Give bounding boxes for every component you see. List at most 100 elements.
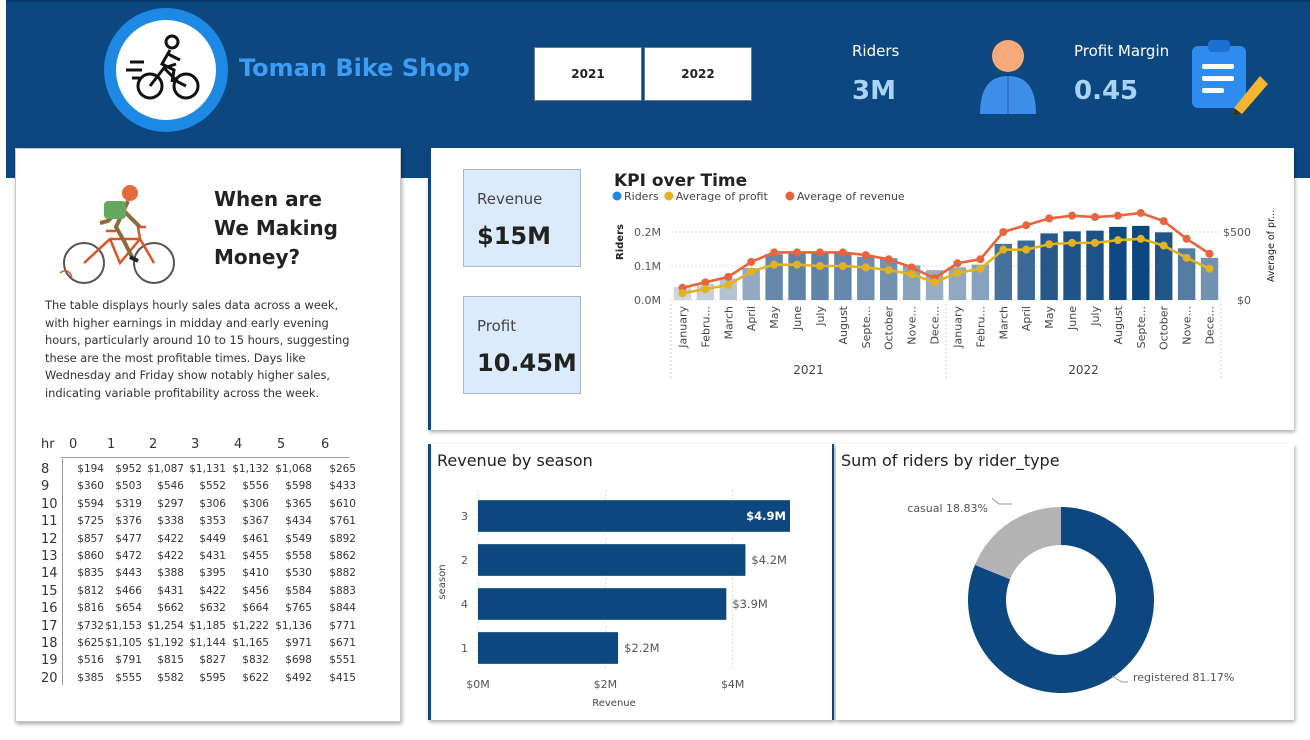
hourly-sales-card: When are We Making Money? The table disp… bbox=[15, 148, 401, 722]
table-cell: $360 bbox=[77, 480, 104, 493]
profit-point[interactable] bbox=[678, 289, 687, 298]
revenue-point[interactable] bbox=[1182, 234, 1191, 243]
table-row-hour: 8 bbox=[41, 462, 50, 477]
table-row-hour: 13 bbox=[41, 549, 58, 564]
x-tick-label: March bbox=[722, 306, 735, 340]
profit-point[interactable] bbox=[1068, 238, 1077, 247]
table-header-day: 3 bbox=[191, 437, 200, 452]
revenue-point[interactable] bbox=[861, 251, 870, 260]
year-filter-2021[interactable]: 2021 bbox=[534, 47, 642, 101]
revenue-point[interactable] bbox=[1159, 217, 1168, 226]
table-cell: $761 bbox=[329, 515, 356, 528]
profit-point[interactable] bbox=[999, 245, 1008, 254]
profit-point[interactable] bbox=[861, 263, 870, 272]
revenue-point[interactable] bbox=[1113, 211, 1122, 220]
profit-point[interactable] bbox=[930, 278, 939, 287]
profit-point[interactable] bbox=[1113, 236, 1122, 245]
table-cell: $610 bbox=[329, 497, 356, 510]
profit-tile-label: Profit bbox=[477, 317, 517, 335]
profit-point[interactable] bbox=[815, 262, 824, 270]
profit-point[interactable] bbox=[1136, 234, 1145, 243]
table-cell: $1,192 bbox=[147, 637, 184, 649]
profit-point[interactable] bbox=[838, 262, 847, 270]
table-cell: $433 bbox=[329, 480, 356, 493]
profit-point[interactable] bbox=[724, 281, 733, 290]
riders-bar[interactable] bbox=[834, 253, 852, 300]
revenue-point[interactable] bbox=[815, 248, 824, 257]
revenue-point[interactable] bbox=[724, 272, 733, 281]
casual-slice[interactable] bbox=[974, 507, 1061, 580]
year-filter-2022[interactable]: 2022 bbox=[644, 47, 752, 101]
table-cell: $771 bbox=[329, 619, 356, 632]
season-bar[interactable] bbox=[478, 632, 619, 664]
table-cell: $472 bbox=[115, 550, 142, 562]
season-bar[interactable] bbox=[478, 588, 727, 620]
rider-chart-title: Sum of riders by rider_type bbox=[841, 451, 1060, 470]
season-bar[interactable] bbox=[478, 544, 746, 576]
legend-item[interactable]: Average of profit bbox=[664, 190, 768, 203]
table-cell: $698 bbox=[285, 654, 312, 667]
revenue-point[interactable] bbox=[1022, 221, 1031, 230]
table-cell: $662 bbox=[157, 602, 184, 615]
revenue-point[interactable] bbox=[701, 278, 710, 287]
profit-point[interactable] bbox=[907, 270, 916, 279]
table-cell: $1,165 bbox=[232, 637, 269, 649]
revenue-point[interactable] bbox=[976, 255, 985, 264]
cyclist-illustration-icon bbox=[54, 181, 184, 289]
revenue-point[interactable] bbox=[770, 248, 779, 257]
profit-point[interactable] bbox=[1045, 240, 1054, 249]
season-bar[interactable] bbox=[478, 500, 790, 532]
revenue-point[interactable] bbox=[953, 259, 962, 268]
table-cell: $882 bbox=[329, 567, 356, 580]
revenue-point[interactable] bbox=[1205, 249, 1214, 258]
profit-point[interactable] bbox=[1205, 264, 1214, 273]
revenue-point[interactable] bbox=[1136, 208, 1145, 217]
legend-label: Average of revenue bbox=[797, 190, 905, 203]
profit-point[interactable] bbox=[953, 268, 962, 277]
table-row-hour: 20 bbox=[41, 670, 58, 686]
profit-point[interactable] bbox=[1159, 241, 1168, 250]
x-tick-label: Dece... bbox=[929, 306, 942, 345]
revenue-point[interactable] bbox=[1068, 211, 1077, 220]
table-cell: $265 bbox=[329, 463, 356, 475]
x-tick-label: Nove... bbox=[1181, 306, 1194, 345]
revenue-point[interactable] bbox=[884, 255, 893, 264]
revenue-point[interactable] bbox=[793, 248, 802, 257]
revenue-point[interactable] bbox=[999, 228, 1008, 236]
riders-bar[interactable] bbox=[1200, 257, 1219, 300]
profit-point[interactable] bbox=[884, 266, 893, 275]
x-tick-label: April bbox=[745, 306, 758, 331]
registered-leader-line bbox=[1111, 675, 1128, 683]
legend-marker bbox=[664, 191, 674, 201]
table-cell: $385 bbox=[77, 671, 104, 684]
table-cell: $1,131 bbox=[189, 463, 226, 475]
table-cell: $1,254 bbox=[147, 619, 184, 632]
table-cell: $367 bbox=[242, 515, 269, 528]
profit-point[interactable] bbox=[770, 260, 779, 269]
profit-point[interactable] bbox=[793, 260, 802, 269]
riders-bar[interactable] bbox=[857, 256, 875, 300]
table-cell: $431 bbox=[157, 584, 184, 597]
revenue-tile: Revenue $15M bbox=[463, 169, 581, 267]
profit-point[interactable] bbox=[701, 285, 710, 294]
revenue-point[interactable] bbox=[838, 248, 847, 257]
table-cell: $765 bbox=[285, 602, 312, 615]
profit-point[interactable] bbox=[1022, 245, 1031, 254]
profit-point[interactable] bbox=[1182, 253, 1191, 262]
profit-point[interactable] bbox=[1090, 238, 1099, 247]
legend-marker bbox=[785, 191, 795, 201]
profit-point[interactable] bbox=[976, 264, 985, 273]
riders-bar[interactable] bbox=[811, 252, 829, 300]
riders-bar[interactable] bbox=[880, 258, 898, 300]
profit-point[interactable] bbox=[747, 267, 756, 276]
legend-item[interactable]: Riders bbox=[612, 190, 659, 203]
table-cell: $431 bbox=[199, 550, 226, 562]
legend-item[interactable]: Average of revenue bbox=[785, 190, 905, 203]
table-row-hour: 14 bbox=[41, 566, 58, 582]
revenue-point[interactable] bbox=[1090, 213, 1099, 222]
riders-bar[interactable] bbox=[788, 251, 806, 300]
revenue-point[interactable] bbox=[1045, 214, 1054, 223]
revenue-point[interactable] bbox=[747, 257, 756, 266]
table-header-day: 0 bbox=[69, 437, 78, 452]
revenue-point[interactable] bbox=[907, 263, 916, 272]
